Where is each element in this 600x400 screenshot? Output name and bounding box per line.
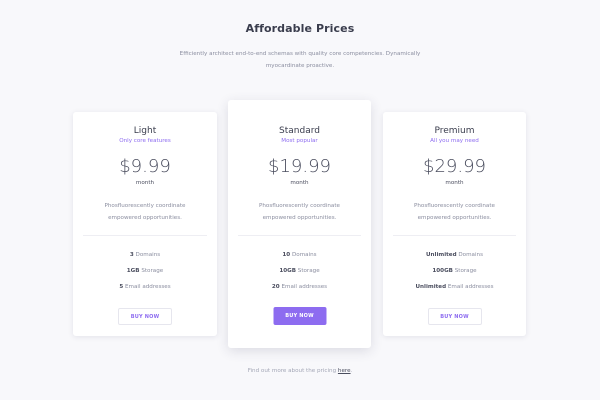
plan-name: Light (133, 126, 157, 136)
plan-price: $29.99 (423, 156, 486, 177)
plan-name: Standard (279, 126, 320, 136)
feature-domains: 3 Domains (129, 252, 161, 258)
pricing-link[interactable]: here (338, 368, 351, 374)
pricing-card-premium: Premium All you may need $29.99 month Ph… (383, 112, 526, 336)
footer-note: Find out more about the pricing here. (0, 368, 600, 374)
plan-tagline: All you may need (430, 138, 479, 144)
buy-now-button-standard[interactable]: BUY NOW (273, 307, 326, 325)
plan-tagline: Most popular (281, 138, 318, 144)
divider (238, 235, 361, 236)
plan-description: Phosfluorescently coordinate empowered o… (104, 203, 186, 221)
footer-text: Find out more about the pricing (247, 368, 337, 374)
divider (393, 235, 516, 236)
feature-storage: 1GB Storage (126, 268, 164, 274)
plan-name: Premium (434, 126, 475, 136)
plan-description: Phosfluorescently coordinate empowered o… (413, 203, 495, 221)
plan-period: month (290, 180, 309, 186)
divider (83, 235, 207, 236)
pricing-page: Affordable Prices Efficiently architect … (0, 0, 600, 400)
buy-now-button-light[interactable]: BUY NOW (118, 308, 172, 325)
plan-period: month (135, 180, 155, 186)
page-subtitle: Efficiently architect end-to-end schemas… (179, 51, 421, 69)
feature-storage: 10GB Storage (279, 268, 320, 274)
buy-now-button-premium[interactable]: BUY NOW (427, 308, 482, 325)
plan-price: $19.99 (268, 156, 331, 177)
feature-domains: Unlimited Domains (426, 252, 483, 258)
feature-email: 5 Email addresses (119, 284, 171, 290)
plan-period: month (445, 180, 464, 186)
footer-end: . (350, 368, 353, 374)
page-title: Affordable Prices (245, 22, 355, 35)
feature-storage: 100GB Storage (432, 268, 477, 274)
pricing-card-standard: Standard Most popular $19.99 month Phosf… (228, 100, 371, 348)
feature-domains: 10 Domains (282, 252, 317, 258)
feature-email: Unlimited Email addresses (415, 284, 494, 290)
plan-price: $9.99 (119, 156, 171, 177)
plan-description: Phosfluorescently coordinate empowered o… (258, 203, 340, 221)
pricing-card-light: Light Only core features $9.99 month Pho… (73, 112, 217, 336)
feature-email: 20 Email addresses (271, 284, 328, 290)
plan-tagline: Only core features (119, 138, 171, 144)
